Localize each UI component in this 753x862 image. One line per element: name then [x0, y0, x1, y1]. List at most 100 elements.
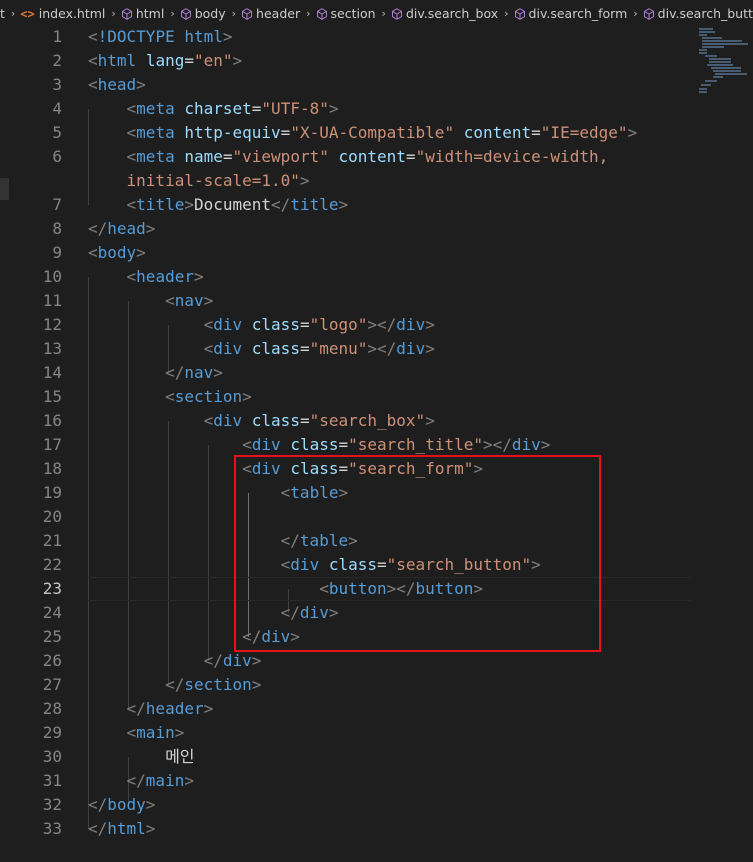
code-text: </main>: [88, 769, 194, 793]
code-token: class: [251, 339, 300, 358]
code-token: div: [213, 411, 243, 430]
code-line[interactable]: 15 <section>: [0, 385, 753, 409]
code-token: <: [203, 315, 214, 334]
code-line[interactable]: 11 <nav>: [0, 289, 753, 313]
code-token: <: [126, 123, 137, 142]
chevron-right-icon: ›: [306, 7, 311, 20]
code-token: lang: [145, 51, 185, 70]
code-line[interactable]: 1 <!DOCTYPE html>: [0, 25, 753, 49]
code-token: >: [232, 51, 243, 70]
code-token: >: [184, 195, 194, 214]
code-token: >: [425, 315, 435, 334]
code-token: html: [107, 819, 146, 838]
code-token: nav: [174, 291, 204, 310]
line-number: 2: [52, 51, 62, 70]
code-token: <: [88, 27, 98, 46]
code-line[interactable]: 6 <meta name="viewport" content="width=d…: [0, 145, 753, 169]
breadcrumb-item[interactable]: body: [180, 6, 226, 21]
minimap-line: [699, 28, 713, 30]
code-line[interactable]: 28 </header>: [0, 697, 753, 721]
code-token: >: [299, 171, 310, 190]
code-line[interactable]: 16 <div class="search_box">: [0, 409, 753, 433]
code-line[interactable]: 8 </head>: [0, 217, 753, 241]
breadcrumb-item[interactable]: div.search_form: [514, 6, 627, 21]
code-text: </nav>: [88, 361, 223, 385]
code-token: >: [251, 675, 262, 694]
breadcrumb-item[interactable]: section: [316, 6, 376, 21]
code-line[interactable]: 13 <div class="menu"></div>: [0, 337, 753, 361]
code-token: content: [463, 123, 532, 142]
breadcrumb-item[interactable]: header: [241, 6, 300, 21]
code-token: main: [145, 771, 185, 790]
breadcrumb-item[interactable]: html: [121, 6, 164, 21]
line-number: 21: [42, 531, 62, 550]
breadcrumb-item[interactable]: t: [0, 6, 5, 21]
code-token: <: [88, 75, 98, 94]
code-line[interactable]: 29 <main>: [0, 721, 753, 745]
code-line[interactable]: 3 <head>: [0, 73, 753, 97]
code-token: "X-UA-Compatible": [290, 123, 455, 142]
code-token: div: [396, 339, 426, 358]
breadcrumb-item[interactable]: div.search_box: [391, 6, 498, 21]
line-number: 22: [42, 555, 62, 574]
code-line[interactable]: 4 <meta charset="UTF-8">: [0, 97, 753, 121]
code-token: <: [88, 51, 98, 70]
code-text: <div class="menu"></div>: [88, 337, 435, 361]
code-text: </head>: [88, 217, 155, 241]
code-editor[interactable]: 1 <!DOCTYPE html> 2 <html lang="en"> 3 <head>…: [0, 25, 753, 862]
code-line[interactable]: 31 </main>: [0, 769, 753, 793]
code-line[interactable]: 27 </section>: [0, 673, 753, 697]
code-line[interactable]: 33 </html>: [0, 817, 753, 841]
breadcrumb-label: section: [330, 6, 376, 21]
code-token: meta: [136, 147, 175, 166]
code-line[interactable]: 7 <title>Document</title>: [0, 193, 753, 217]
breadcrumb-label: html: [135, 6, 165, 21]
breadcrumb-item[interactable]: <> index.html: [20, 6, 105, 21]
code-token: >: [136, 243, 146, 262]
code-line[interactable]: 2 <html lang="en">: [0, 49, 753, 73]
code-token: header: [145, 699, 204, 718]
code-line[interactable]: 5 <meta http-equiv="X-UA-Compatible" con…: [0, 121, 753, 145]
code-line[interactable]: 9 <body>: [0, 241, 753, 265]
code-line[interactable]: 10 <header>: [0, 265, 753, 289]
breadcrumb-label: div.search_butt: [657, 6, 753, 21]
code-line[interactable]: 12 <div class="logo"></div>: [0, 313, 753, 337]
code-line[interactable]: 30 메인: [0, 745, 753, 769]
code-token: </: [165, 675, 185, 694]
code-token: "IE=edge": [540, 123, 628, 142]
code-line[interactable]: initial-scale=1.0">: [0, 169, 753, 193]
code-line[interactable]: 14 </nav>: [0, 361, 753, 385]
breadcrumb-item[interactable]: div.search_butt: [643, 6, 753, 21]
minimap[interactable]: [697, 26, 753, 96]
html-file-icon: <>: [20, 6, 35, 21]
code-token: title: [136, 195, 185, 214]
code-token: >: [203, 699, 214, 718]
code-token: section: [174, 387, 243, 406]
code-token: >: [425, 411, 435, 430]
code-token: div: [213, 339, 243, 358]
chevron-right-icon: ›: [633, 7, 638, 20]
line-number: 25: [42, 627, 62, 646]
code-token: "menu": [309, 339, 368, 358]
minimap-line: [702, 40, 742, 42]
minimap-line: [702, 37, 722, 39]
code-token: =: [338, 435, 349, 454]
code-line[interactable]: 32 </body>: [0, 793, 753, 817]
code-line[interactable]: 17 <div class="search_title"></div>: [0, 433, 753, 457]
code-line[interactable]: 26 </div>: [0, 649, 753, 673]
line-number: 17: [42, 435, 62, 454]
